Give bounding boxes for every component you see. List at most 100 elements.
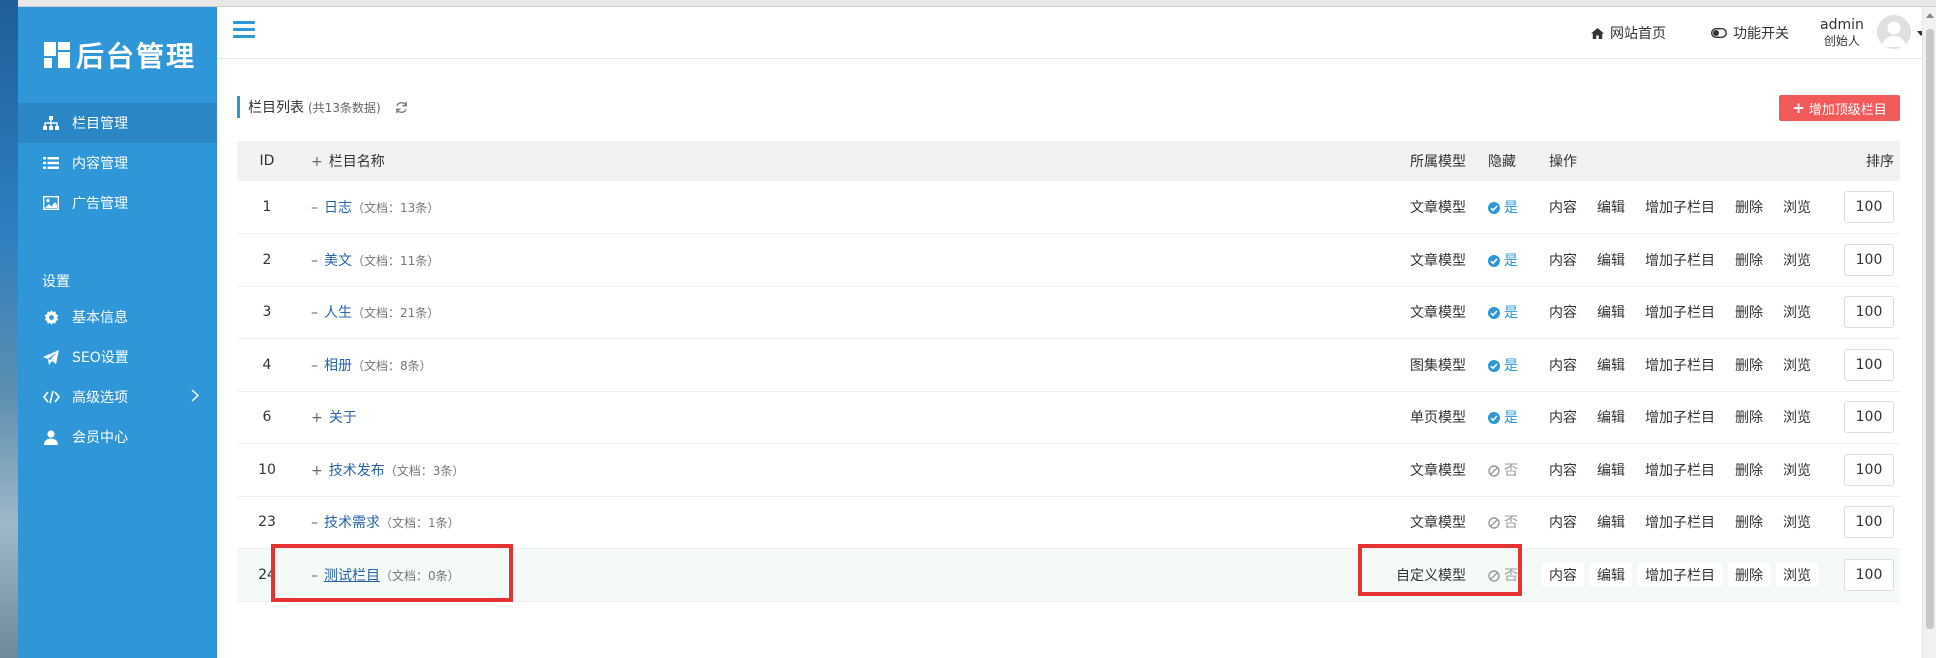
- feature-toggle-link[interactable]: 功能开关: [1711, 23, 1789, 43]
- op-add-subcategory-button[interactable]: 增加子栏目: [1638, 248, 1722, 272]
- category-name-link[interactable]: 美文: [324, 253, 352, 269]
- hamburger-menu-icon[interactable]: [233, 21, 255, 39]
- category-name-link[interactable]: 人生: [324, 305, 352, 321]
- sort-order-input[interactable]: 100: [1844, 191, 1894, 223]
- expand-toggle[interactable]: –: [311, 253, 318, 269]
- cell-hidden[interactable]: 是: [1476, 286, 1536, 339]
- desktop-background-edge: [0, 0, 18, 658]
- op-browse-button[interactable]: 浏览: [1776, 248, 1818, 272]
- toggle-icon: [1711, 28, 1727, 38]
- sort-order-input[interactable]: 100: [1844, 348, 1894, 381]
- avatar[interactable]: [1877, 15, 1911, 49]
- expand-toggle[interactable]: –: [311, 200, 318, 216]
- op-add-subcategory-button[interactable]: 增加子栏目: [1638, 300, 1722, 324]
- op-browse-button[interactable]: 浏览: [1776, 458, 1818, 482]
- cell-hidden[interactable]: 是: [1476, 233, 1536, 287]
- sort-order-input[interactable]: 100: [1844, 453, 1894, 486]
- sort-order-input[interactable]: 100: [1844, 296, 1894, 329]
- op-edit-button[interactable]: 编辑: [1590, 405, 1632, 429]
- cell-id: 2: [237, 233, 297, 287]
- sidebar-item-member-center[interactable]: 会员中心: [18, 417, 217, 457]
- logo[interactable]: 后台管理: [18, 7, 217, 103]
- category-name-link[interactable]: 关于: [329, 410, 357, 426]
- op-edit-button[interactable]: 编辑: [1590, 458, 1632, 482]
- sidebar-item-label: 广告管理: [72, 196, 128, 212]
- op-delete-button[interactable]: 删除: [1728, 510, 1770, 534]
- column-header-name[interactable]: + 栏目名称: [297, 141, 1386, 181]
- op-content-button[interactable]: 内容: [1542, 562, 1584, 587]
- op-edit-button[interactable]: 编辑: [1590, 562, 1632, 587]
- hidden-status: 是: [1504, 200, 1518, 216]
- op-delete-button[interactable]: 删除: [1728, 248, 1770, 272]
- sort-order-input[interactable]: 100: [1844, 401, 1894, 434]
- cell-hidden[interactable]: 否: [1476, 443, 1536, 497]
- op-delete-button[interactable]: 删除: [1728, 562, 1770, 587]
- op-browse-button[interactable]: 浏览: [1776, 510, 1818, 534]
- category-name-link[interactable]: 相册: [324, 358, 352, 374]
- op-browse-button[interactable]: 浏览: [1776, 353, 1818, 377]
- category-name-link[interactable]: 技术发布: [329, 463, 385, 479]
- op-delete-button[interactable]: 删除: [1728, 195, 1770, 219]
- op-content-button[interactable]: 内容: [1542, 458, 1584, 482]
- cell-name: – 相册（文档：8条）: [297, 338, 1386, 392]
- op-add-subcategory-button[interactable]: 增加子栏目: [1638, 405, 1722, 429]
- sidebar-item-category-management[interactable]: 栏目管理: [18, 103, 217, 143]
- op-browse-button[interactable]: 浏览: [1776, 300, 1818, 324]
- expand-toggle[interactable]: +: [311, 410, 323, 426]
- op-edit-button[interactable]: 编辑: [1590, 353, 1632, 377]
- op-browse-button[interactable]: 浏览: [1776, 405, 1818, 429]
- op-delete-button[interactable]: 删除: [1728, 353, 1770, 377]
- op-content-button[interactable]: 内容: [1542, 248, 1584, 272]
- cell-name: – 技术需求（文档：1条）: [297, 496, 1386, 549]
- scroll-up-arrow-icon[interactable]: [1926, 13, 1934, 18]
- op-add-subcategory-button[interactable]: 增加子栏目: [1638, 510, 1722, 534]
- vertical-scrollbar[interactable]: [1922, 7, 1936, 658]
- sort-order-input[interactable]: 100: [1844, 558, 1894, 591]
- op-content-button[interactable]: 内容: [1542, 405, 1584, 429]
- op-add-subcategory-button[interactable]: 增加子栏目: [1638, 353, 1722, 377]
- op-edit-button[interactable]: 编辑: [1590, 510, 1632, 534]
- op-add-subcategory-button[interactable]: 增加子栏目: [1638, 195, 1722, 219]
- document-count: （文档：8条）: [352, 358, 432, 373]
- op-delete-button[interactable]: 删除: [1728, 405, 1770, 429]
- cell-hidden[interactable]: 是: [1476, 391, 1536, 444]
- refresh-icon[interactable]: [395, 101, 408, 114]
- list-icon: [42, 154, 60, 172]
- op-add-subcategory-button[interactable]: 增加子栏目: [1638, 562, 1722, 587]
- expand-toggle[interactable]: +: [311, 463, 323, 479]
- category-name-link[interactable]: 日志: [324, 200, 352, 216]
- cell-sort: 100: [1828, 443, 1900, 497]
- op-edit-button[interactable]: 编辑: [1590, 248, 1632, 272]
- scrollbar-thumb[interactable]: [1926, 29, 1934, 629]
- op-browse-button[interactable]: 浏览: [1776, 562, 1818, 587]
- op-delete-button[interactable]: 删除: [1728, 458, 1770, 482]
- sidebar-item-seo-settings[interactable]: SEO设置: [18, 337, 217, 377]
- op-content-button[interactable]: 内容: [1542, 510, 1584, 534]
- op-content-button[interactable]: 内容: [1542, 300, 1584, 324]
- op-add-subcategory-button[interactable]: 增加子栏目: [1638, 458, 1722, 482]
- op-delete-button[interactable]: 删除: [1728, 300, 1770, 324]
- op-edit-button[interactable]: 编辑: [1590, 300, 1632, 324]
- sort-order-input[interactable]: 100: [1844, 243, 1894, 276]
- expand-toggle[interactable]: –: [311, 515, 318, 531]
- add-top-level-category-button[interactable]: + 增加顶级栏目: [1779, 95, 1900, 121]
- sidebar-item-advanced-options[interactable]: 高级选项: [18, 377, 217, 417]
- sort-order-input[interactable]: 100: [1844, 506, 1894, 539]
- expand-all-icon[interactable]: +: [311, 154, 323, 170]
- op-content-button[interactable]: 内容: [1542, 195, 1584, 219]
- op-browse-button[interactable]: 浏览: [1776, 195, 1818, 219]
- cell-hidden[interactable]: 是: [1476, 338, 1536, 392]
- op-edit-button[interactable]: 编辑: [1590, 195, 1632, 219]
- home-link[interactable]: 网站首页: [1591, 23, 1666, 43]
- sidebar-item-basic-info[interactable]: 基本信息: [18, 297, 217, 337]
- expand-toggle[interactable]: –: [311, 358, 318, 374]
- cell-hidden[interactable]: 否: [1476, 496, 1536, 549]
- expand-toggle[interactable]: –: [311, 305, 318, 321]
- admin-user-menu[interactable]: admin 创始人: [1820, 17, 1864, 49]
- sidebar-item-content-management[interactable]: 内容管理: [18, 143, 217, 183]
- category-name-link[interactable]: 技术需求: [324, 515, 380, 531]
- cell-id: 1: [237, 181, 297, 234]
- op-content-button[interactable]: 内容: [1542, 353, 1584, 377]
- cell-hidden[interactable]: 是: [1476, 181, 1536, 234]
- sidebar-item-ad-management[interactable]: 广告管理: [18, 183, 217, 223]
